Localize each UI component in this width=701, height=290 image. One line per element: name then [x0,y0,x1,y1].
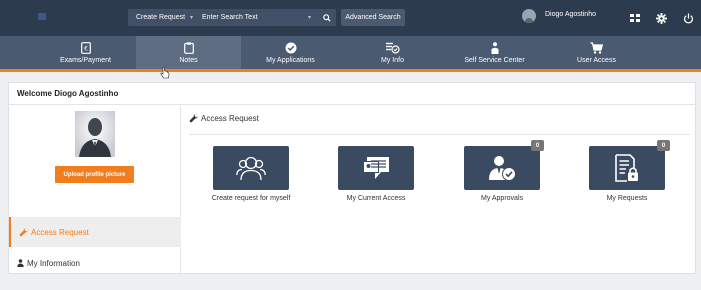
nav-notes[interactable]: Notes [136,36,241,69]
grid-icon[interactable] [629,12,641,24]
main-nav: € Exams/Payment Notes My Applications My… [0,36,701,72]
id-card-icon [363,157,389,179]
gear-icon[interactable] [655,12,667,24]
euro-document-icon: € [80,41,91,54]
svg-text:€: € [84,45,88,52]
tile-create-request[interactable] [213,146,289,190]
search-scope-label: Create Request [136,14,186,21]
users-icon [236,156,266,181]
section-title-text: Access Request [201,114,259,123]
hand-cursor-icon [160,67,170,79]
search-icon [323,13,331,22]
person-icon [491,41,498,54]
nav-my-applications[interactable]: My Applications [238,36,343,69]
nav-user-access[interactable]: User Access [544,36,649,69]
clipboard-icon [183,41,194,54]
user-icon [17,259,24,267]
divider [189,134,690,135]
nav-label: User Access [577,56,616,64]
tile-label: My Requests [606,195,648,202]
top-bar: Create Request ▾ ▾ Advanced Search Diogo… [0,0,701,36]
requests-count-badge: 0 [657,140,670,151]
nav-label: Self Service Center [464,56,525,64]
welcome-heading: Welcome Diogo Agostinho [9,83,695,105]
power-icon[interactable] [682,12,694,24]
sidebar-item-my-information[interactable]: My Information [9,248,181,278]
advanced-search-button[interactable]: Advanced Search [341,9,405,26]
profile-picture [75,111,115,157]
nav-label: Exams/Payment [60,56,111,64]
chevron-down-icon: ▾ [190,15,194,21]
content-card: Welcome Diogo Agostinho Upload profile p… [8,82,696,274]
tile-my-approvals[interactable] [464,146,540,190]
info-list-icon [385,42,400,54]
user-check-icon [489,156,516,181]
upload-profile-picture-button[interactable]: Upload profile picture [55,166,134,183]
access-request-panel: Access Request Create request for myself… [189,106,690,274]
sidebar-item-access-request[interactable]: Access Request [9,217,181,247]
tile-label: My Current Access [346,195,406,202]
search-scope-select[interactable]: Create Request ▾ [128,14,198,21]
sidebar: Upload profile picture Access Request My… [9,106,181,274]
sidebar-item-label: Access Request [31,227,89,237]
search-bar: Create Request ▾ ▾ [128,9,336,26]
cart-icon [590,41,603,54]
wrench-icon [19,227,28,237]
search-button[interactable] [318,9,336,26]
approvals-count-badge: 0 [531,140,544,151]
nav-exams-payment[interactable]: € Exams/Payment [33,36,138,69]
search-input[interactable] [198,10,308,25]
section-title: Access Request [189,114,259,123]
lock-document-icon [615,154,638,182]
nav-self-service-center[interactable]: Self Service Center [442,36,547,69]
user-name[interactable]: Diogo Agostinho [545,11,596,18]
tile-label: Create request for myself [211,195,291,202]
tile-my-requests[interactable] [589,146,665,190]
nav-label: My Applications [266,56,315,64]
user-avatar[interactable] [522,9,536,23]
sidebar-item-label: My Information [27,258,80,268]
nav-label: Notes [179,56,198,64]
tile-my-current-access[interactable] [338,146,414,190]
nav-my-info[interactable]: My Info [340,36,445,69]
check-circle-icon [285,42,296,53]
nav-label: My Info [381,56,404,64]
wrench-icon [189,114,198,123]
tile-label: My Approvals [480,195,524,202]
app-logo[interactable] [38,13,88,21]
